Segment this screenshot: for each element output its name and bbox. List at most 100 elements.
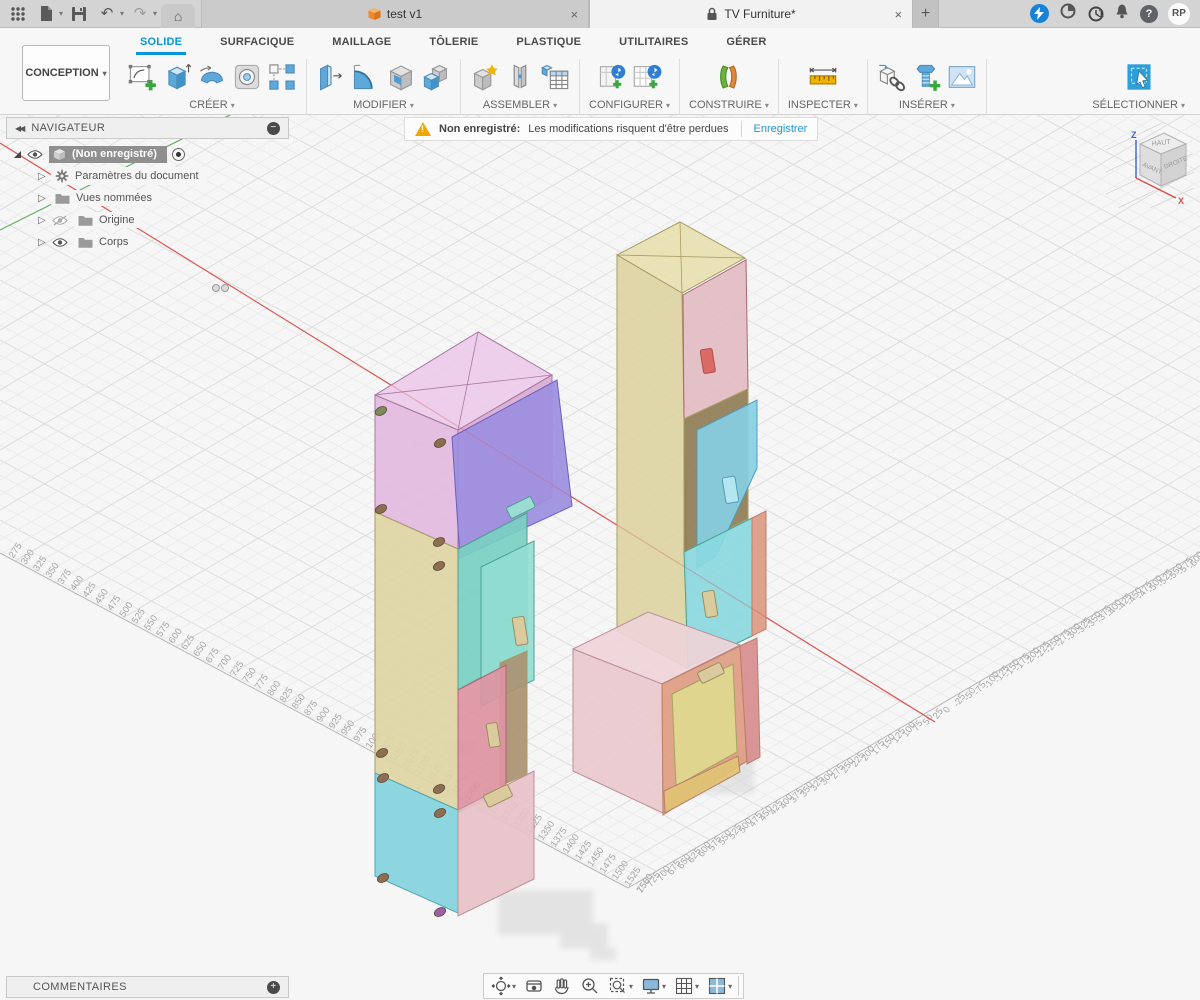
close-tab-icon[interactable]: × (570, 7, 578, 22)
root-document-chip[interactable]: (Non enregistré) (49, 146, 167, 163)
joint-icon[interactable] (505, 62, 535, 92)
viewport[interactable]: 2753003253503754004254504755005255505756… (0, 115, 1200, 1000)
warning-icon (415, 122, 431, 136)
job-status-icon[interactable] (1059, 2, 1077, 25)
fastener-icon[interactable] (912, 62, 942, 92)
configure-icon[interactable] (597, 62, 627, 92)
ribbon-tab-tôlerie[interactable]: TÔLERIE (427, 30, 480, 54)
collapse-panel-icon[interactable]: ◀◀ (15, 124, 23, 133)
group-label-configurer[interactable]: CONFIGURER ▾ (589, 99, 670, 111)
browser-header[interactable]: ◀◀ NAVIGATEUR − (6, 117, 289, 139)
orbit-tool[interactable]: ▾ (488, 976, 519, 996)
right-salmon-side-panel[interactable] (752, 511, 766, 636)
press-pull-icon[interactable] (316, 62, 346, 92)
collapsed-arrow-icon[interactable]: ▷ (38, 193, 46, 204)
comments-bar[interactable]: COMMENTAIRES + (6, 976, 289, 998)
panel-display-toggle-icon[interactable]: − (267, 122, 280, 135)
help-icon[interactable]: ? (1140, 5, 1158, 23)
combine-icon[interactable] (421, 62, 451, 92)
document-tab-tv-furniture[interactable]: TV Furniture* × (589, 0, 913, 28)
grid-settings-tool[interactable]: ▾ (671, 976, 702, 996)
fit-caret[interactable]: ▾ (629, 982, 633, 991)
group-label-construire[interactable]: CONSTRUIRE ▾ (689, 99, 769, 111)
grid-caret[interactable]: ▾ (695, 982, 699, 991)
file-menu-icon[interactable] (34, 3, 58, 25)
view-cube[interactable]: Z X HAUT AVANT DROITE (1104, 120, 1196, 210)
browser-item-corps[interactable]: ▷Corps (6, 231, 289, 253)
fit-icon (608, 976, 628, 996)
right-furniture-column[interactable] (573, 222, 766, 815)
display-caret[interactable]: ▾ (662, 982, 666, 991)
revolve-icon[interactable] (197, 62, 227, 92)
visibility-eye-icon[interactable] (51, 215, 69, 226)
ribbon-tab-solide[interactable]: SOLIDE (138, 30, 184, 54)
undo-caret[interactable]: ▾ (120, 9, 124, 18)
undo-icon[interactable]: ↶ (95, 3, 119, 25)
redo-icon[interactable]: ↷ (128, 3, 152, 25)
visibility-eye-icon[interactable] (26, 149, 44, 160)
activate-component-radio[interactable] (172, 148, 185, 161)
notifications-bell-icon[interactable] (1114, 3, 1130, 25)
pattern-icon[interactable] (267, 62, 297, 92)
ribbon-tab-surfacique[interactable]: SURFACIQUE (218, 30, 296, 54)
collapsed-arrow-icon[interactable]: ▷ (38, 215, 46, 226)
fit-tool[interactable]: ▾ (605, 976, 636, 996)
expand-comments-icon[interactable]: + (267, 981, 280, 994)
ribbon-tab-gérer[interactable]: GÉRER (724, 30, 768, 54)
workspace-selector[interactable]: CONCEPTION ▾ (22, 45, 110, 101)
browser-item-vues-nomm-es[interactable]: ▷Vues nommées (6, 187, 289, 209)
group-label-inspecter[interactable]: INSPECTER ▾ (788, 99, 858, 111)
bom-table-icon[interactable] (540, 62, 570, 92)
orbit-icon (491, 976, 511, 996)
home-tab[interactable]: ⌂ (161, 4, 195, 28)
configuration-table-icon[interactable] (632, 62, 662, 92)
orbit-caret[interactable]: ▾ (512, 982, 516, 991)
app-menu-icon[interactable] (6, 3, 30, 25)
group-label-modifier[interactable]: MODIFIER ▾ (353, 99, 414, 111)
construction-plane-icon[interactable] (714, 62, 744, 92)
user-avatar[interactable]: RP (1168, 3, 1190, 25)
browser-item-origine[interactable]: ▷Origine (6, 209, 289, 231)
document-tab-test-v1[interactable]: test v1 × (201, 0, 589, 28)
fillet-icon[interactable] (351, 62, 381, 92)
extrude-icon[interactable] (162, 62, 192, 92)
ribbon-tab-maillage[interactable]: MAILLAGE (330, 30, 393, 54)
browser-item-param-tres-du-document[interactable]: ▷Paramètres du document (6, 165, 289, 187)
viewports-caret[interactable]: ▾ (728, 982, 732, 991)
display-settings-tool[interactable]: ▾ (638, 976, 669, 996)
select-icon[interactable] (1124, 62, 1154, 92)
file-menu-caret[interactable]: ▾ (59, 9, 63, 18)
ribbon-tab-plastique[interactable]: PLASTIQUE (514, 30, 583, 54)
pan-tool[interactable] (549, 976, 575, 996)
canvas-image-icon[interactable] (947, 62, 977, 92)
visibility-eye-icon[interactable] (51, 237, 69, 248)
right-column-left-panel[interactable] (617, 255, 688, 668)
save-icon[interactable] (67, 3, 91, 25)
ribbon-tab-utilitaires[interactable]: UTILITAIRES (617, 30, 690, 54)
redo-caret[interactable]: ▾ (153, 9, 157, 18)
new-tab-button[interactable]: + (913, 0, 939, 28)
expanded-arrow-icon[interactable] (14, 151, 21, 158)
extensions-icon[interactable] (1030, 4, 1049, 23)
collapsed-arrow-icon[interactable]: ▷ (38, 237, 46, 248)
collapsed-arrow-icon[interactable]: ▷ (38, 171, 46, 182)
close-tab-icon[interactable]: × (894, 7, 902, 22)
save-link[interactable]: Enregistrer (754, 123, 808, 135)
browser-root-row[interactable]: (Non enregistré) (6, 143, 289, 165)
group-label-assembler[interactable]: ASSEMBLER ▾ (483, 99, 557, 111)
group-label-creer[interactable]: CRÉER ▾ (189, 99, 235, 111)
group-label-inserer[interactable]: INSÉRER ▾ (899, 99, 955, 111)
look-at-tool[interactable] (521, 976, 547, 996)
left-side-panel[interactable] (375, 512, 458, 810)
group-label-selectionner[interactable]: SÉLECTIONNER ▾ (1092, 99, 1185, 111)
zoom-tool[interactable] (577, 976, 603, 996)
shell-icon[interactable] (386, 62, 416, 92)
hole-icon[interactable] (232, 62, 262, 92)
new-component-icon[interactable] (470, 62, 500, 92)
warning-title: Non enregistré: (439, 123, 520, 135)
create-sketch-icon[interactable] (127, 62, 157, 92)
viewports-tool[interactable]: ▾ (704, 976, 739, 996)
active-jobs-icon[interactable]: 1 (1087, 5, 1104, 23)
measure-icon[interactable] (808, 62, 838, 92)
insert-derive-icon[interactable] (877, 62, 907, 92)
